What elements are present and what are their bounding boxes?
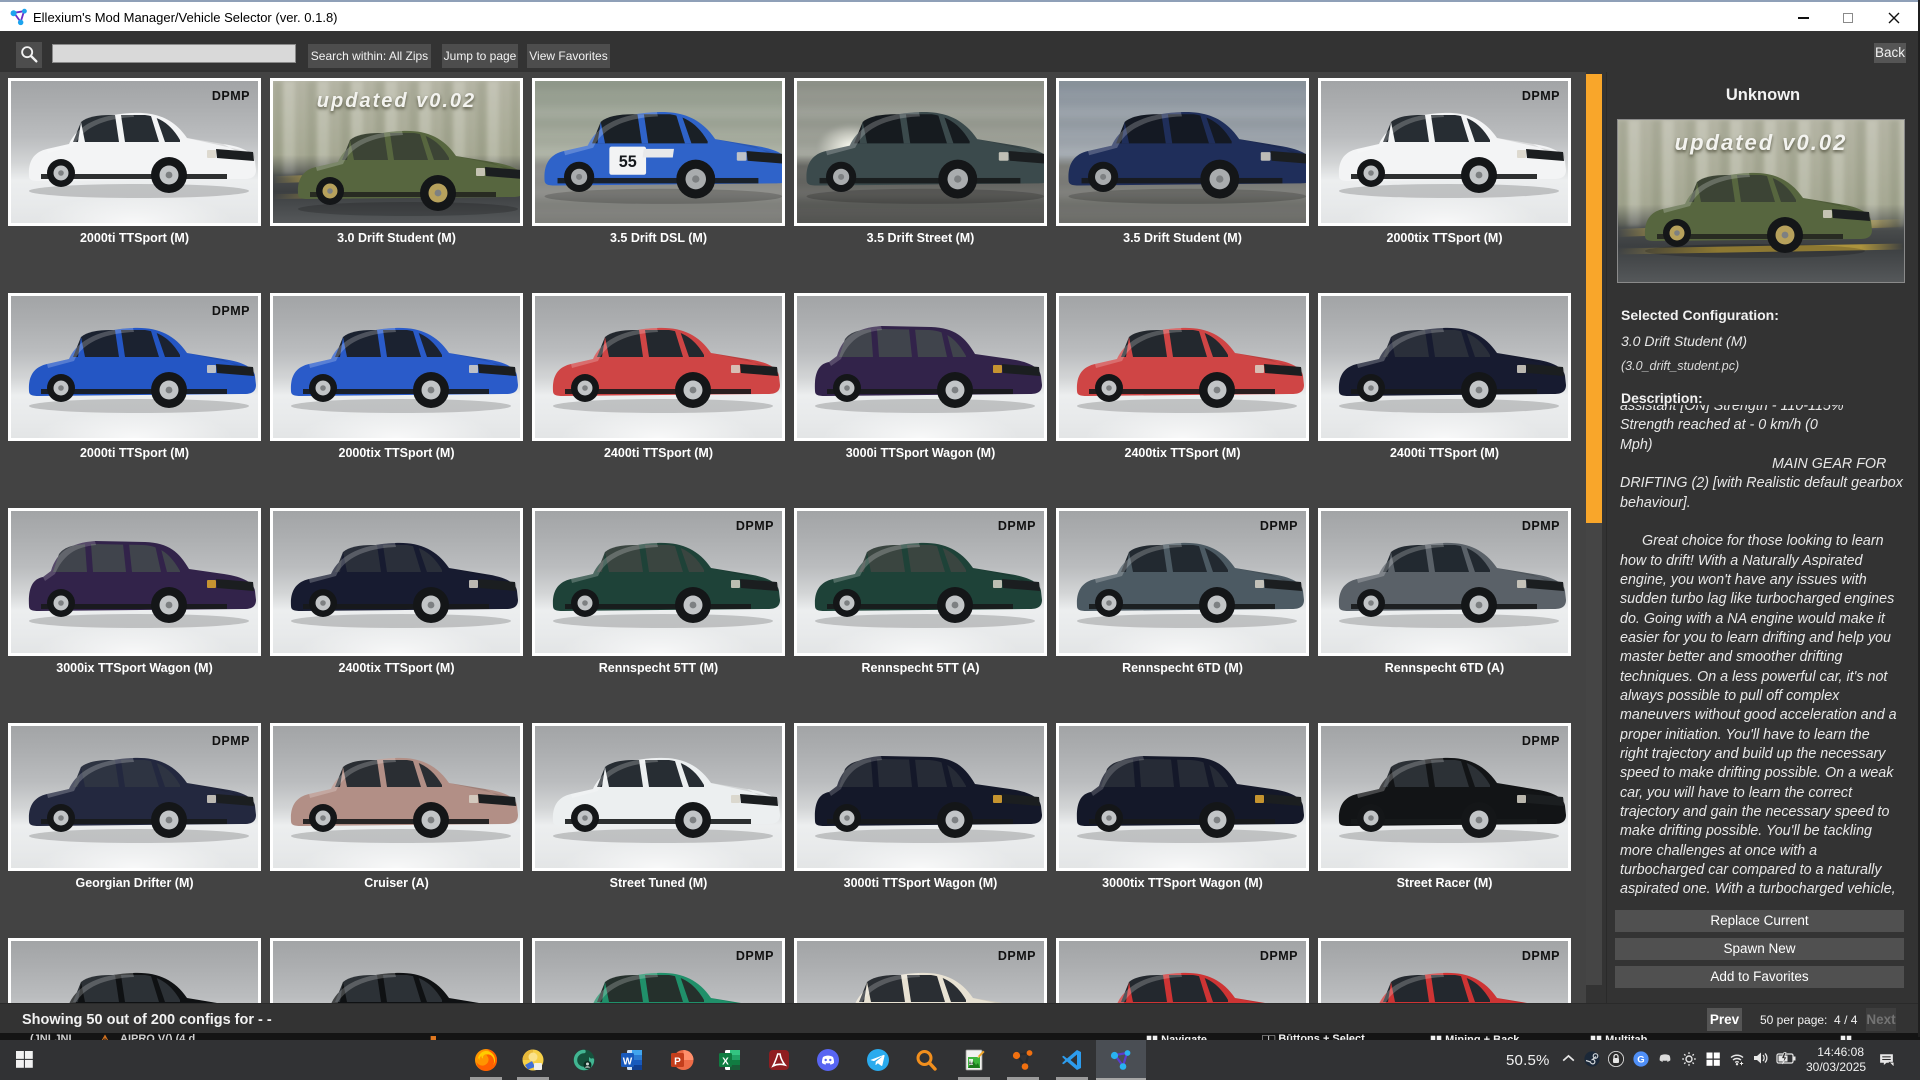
svg-text:X: X [722, 1057, 729, 1068]
svg-text:55: 55 [619, 153, 637, 171]
svg-text:P: P [674, 1057, 681, 1068]
svg-text:W: W [623, 1057, 633, 1068]
svg-text:G: G [1637, 1055, 1644, 1066]
